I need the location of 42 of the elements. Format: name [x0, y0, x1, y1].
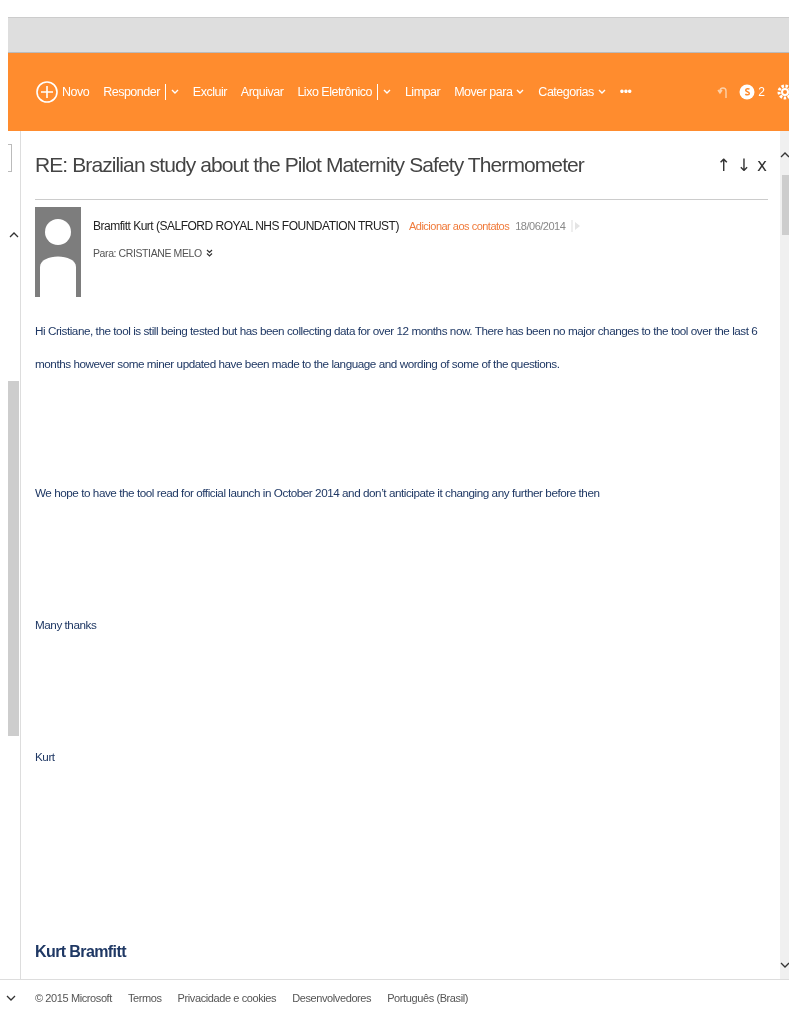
caret-icon [382, 89, 391, 95]
scrollbar-thumb[interactable] [782, 175, 789, 235]
menu-button[interactable]: Categorias [538, 85, 606, 99]
menu-button[interactable]: Mover para [454, 85, 525, 99]
toolbar-button[interactable]: Excluir [192, 85, 227, 99]
expand-icon[interactable] [205, 249, 213, 257]
caret-icon [170, 89, 179, 95]
scrollbar-thumb[interactable] [8, 381, 19, 736]
footer-link[interactable]: Português (Brasil) [387, 992, 469, 1004]
signature-name: Kurt Bramfitt [35, 942, 128, 962]
scroll-up-icon[interactable] [780, 151, 789, 159]
toolbar-button[interactable]: Arquivar [240, 85, 284, 99]
body-paragraph: Many thanks [35, 617, 98, 633]
footer-link[interactable]: Termos [127, 992, 162, 1004]
chat-button[interactable]: 2 [739, 84, 765, 100]
split-button[interactable]: Lixo Eletrônico [297, 84, 391, 100]
toolbar-button[interactable]: ••• [619, 85, 632, 99]
avatar-icon [35, 207, 81, 297]
chat-icon [739, 84, 756, 100]
add-contact-link[interactable]: Adicionar aos contatos [408, 220, 510, 232]
footer-link[interactable]: Desenvolvedores [292, 992, 372, 1004]
recipient: Para: CRISTIANE MELO [93, 247, 202, 259]
body-paragraph: Hi Cristiane, the tool is still being tested but has been collecting data for over 12 months now. There has been no major changes to the tool over the last 6 months however some miner updated have been made to the language and wording of some of the questions. [35, 323, 759, 372]
plus-circle-icon [36, 81, 58, 103]
sender-name: Bramfitt Kurt (SALFORD ROYAL NHS FOUNDATION TRUST) [93, 219, 399, 233]
body-paragraph: Kurt [35, 749, 56, 765]
nav-button[interactable]: ↑ [715, 155, 732, 175]
scroll-down-icon[interactable] [6, 994, 16, 1002]
scroll-down-icon[interactable] [780, 961, 789, 969]
nav-button[interactable]: x [755, 155, 768, 175]
nav-button[interactable]: ↓ [735, 155, 752, 175]
caret-icon [516, 89, 525, 95]
message-date: 18/06/2014 [515, 220, 566, 232]
new-button[interactable]: Novo [36, 81, 90, 103]
message-subject: RE: Brazilian study about the Pilot Maternity Safety Thermometer [35, 153, 584, 177]
toolbar-button[interactable]: Limpar [404, 85, 441, 99]
scroll-up-icon[interactable] [9, 231, 19, 239]
caret-icon [597, 89, 606, 95]
body-paragraph: We hope to have the tool read for official launch in October 2014 and don’t anticipate it changing any further before then [35, 485, 601, 501]
footer-link[interactable]: Privacidade e cookies [177, 992, 277, 1004]
split-button[interactable]: Responder [103, 84, 179, 100]
copyright: © 2015 Microsoft [35, 992, 112, 1004]
